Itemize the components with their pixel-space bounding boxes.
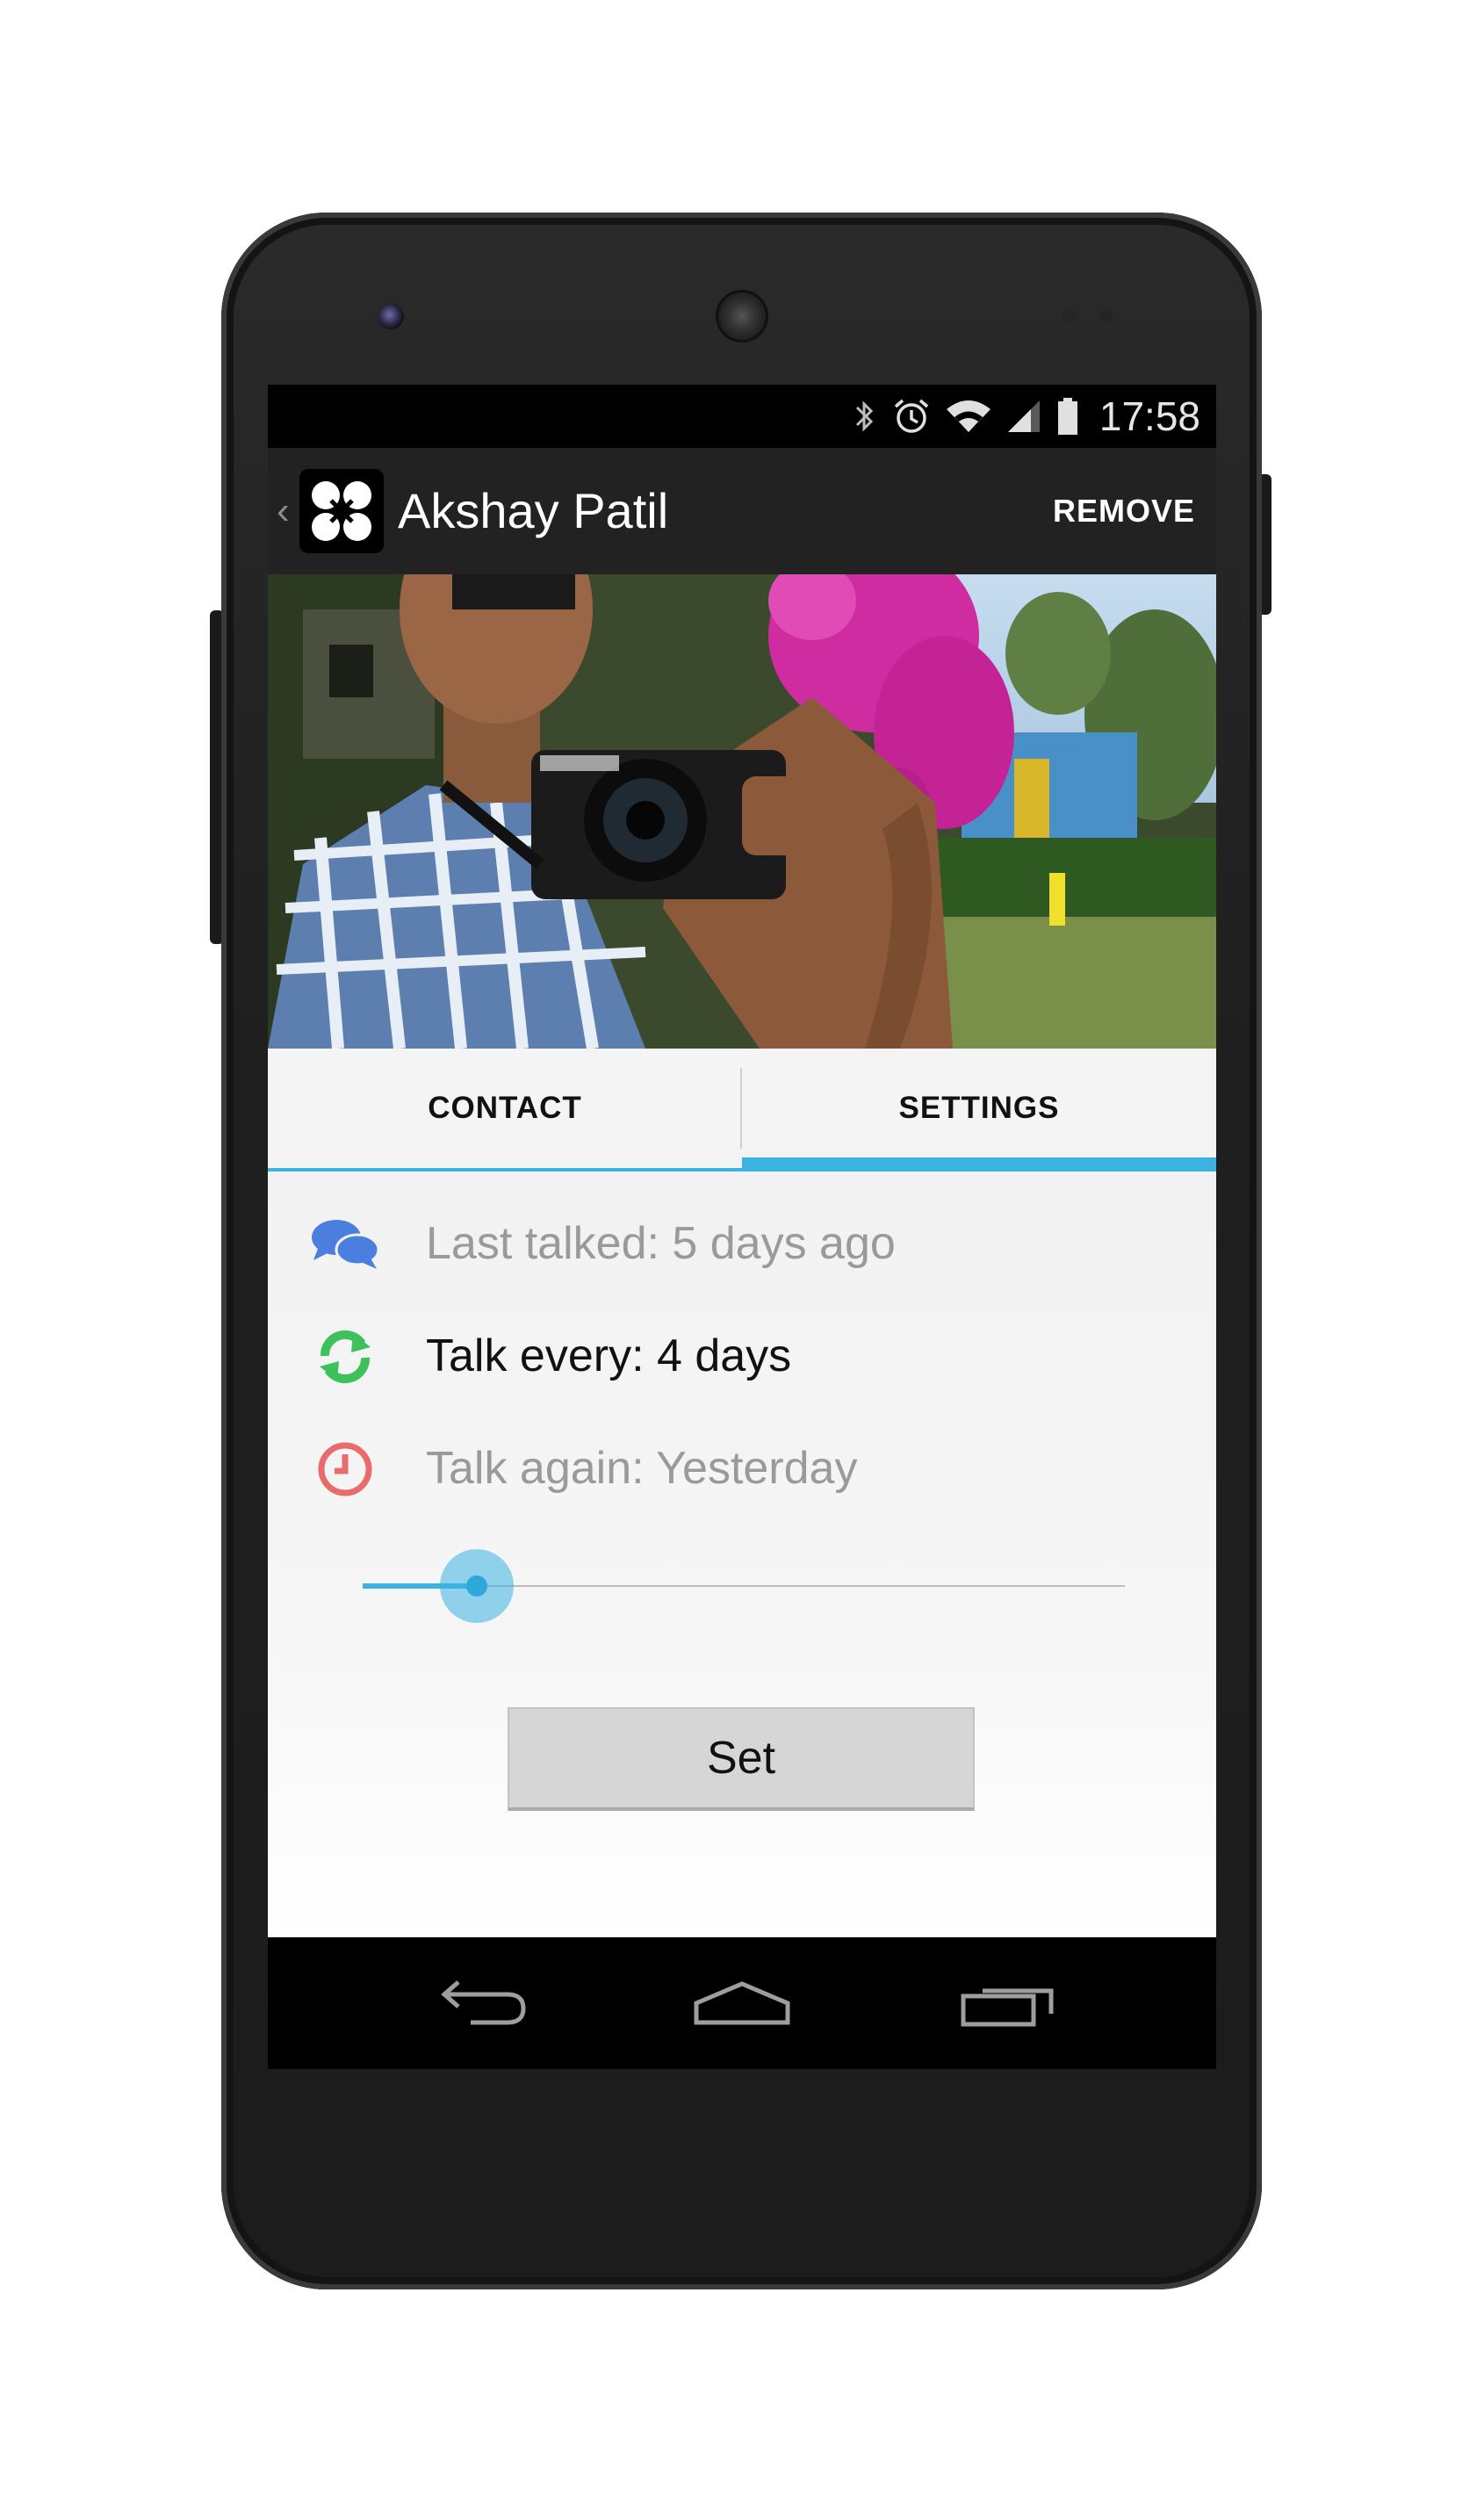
back-icon[interactable]	[419, 1968, 542, 2038]
talk-every-text: Talk every: 4 days	[426, 1330, 792, 1381]
alarm-icon	[892, 398, 931, 435]
tab-bar: CONTACT SETTINGS	[268, 1049, 1216, 1172]
recent-apps-icon[interactable]	[949, 1968, 1072, 2038]
status-time: 17:58	[1099, 393, 1200, 439]
proximity-sensor	[1063, 309, 1077, 323]
tab-contact[interactable]: CONTACT	[268, 1049, 742, 1168]
up-navigation-icon[interactable]: ‹	[277, 490, 290, 532]
contact-name-title: Akshay Patil	[398, 483, 669, 538]
navigation-bar	[268, 1937, 1216, 2069]
talk-again-row: Talk again: Yesterday	[268, 1423, 1216, 1510]
last-talked-row: Last talked: 5 days ago	[268, 1198, 1216, 1286]
earpiece-speaker	[716, 290, 768, 342]
home-icon[interactable]	[681, 1968, 803, 2038]
talk-interval-slider[interactable]	[363, 1544, 1125, 1628]
slider-thumb[interactable]	[466, 1575, 487, 1597]
light-sensor	[1099, 309, 1113, 323]
contact-photo	[268, 574, 1216, 1049]
last-talked-text: Last talked: 5 days ago	[426, 1218, 896, 1269]
set-button[interactable]: Set	[508, 1707, 975, 1811]
front-camera	[378, 303, 404, 329]
talk-again-text: Talk again: Yesterday	[426, 1443, 858, 1494]
remove-button[interactable]: REMOVE	[1053, 483, 1195, 539]
bluetooth-icon	[854, 399, 876, 434]
chat-bubbles-icon	[310, 1214, 380, 1275]
talk-every-row: Talk every: 4 days	[268, 1310, 1216, 1398]
status-bar: 17:58	[268, 385, 1216, 448]
battery-icon	[1057, 398, 1078, 435]
phone-screen: 17:58 ‹ Akshay Patil REMOVE CONTACT SETT…	[268, 385, 1216, 2069]
app-logo-icon[interactable]	[299, 469, 384, 553]
selected-tab-indicator	[742, 1157, 1216, 1170]
refresh-icon	[310, 1326, 380, 1388]
action-bar: ‹ Akshay Patil REMOVE	[268, 448, 1216, 576]
wifi-icon	[946, 399, 991, 434]
settings-panel: Last talked: 5 days ago Talk every: 4 da…	[268, 1172, 1216, 1937]
tab-settings[interactable]: SETTINGS	[742, 1049, 1216, 1168]
status-icons: 17:58	[854, 385, 1200, 448]
clock-icon	[310, 1438, 380, 1500]
signal-icon	[1006, 399, 1041, 434]
